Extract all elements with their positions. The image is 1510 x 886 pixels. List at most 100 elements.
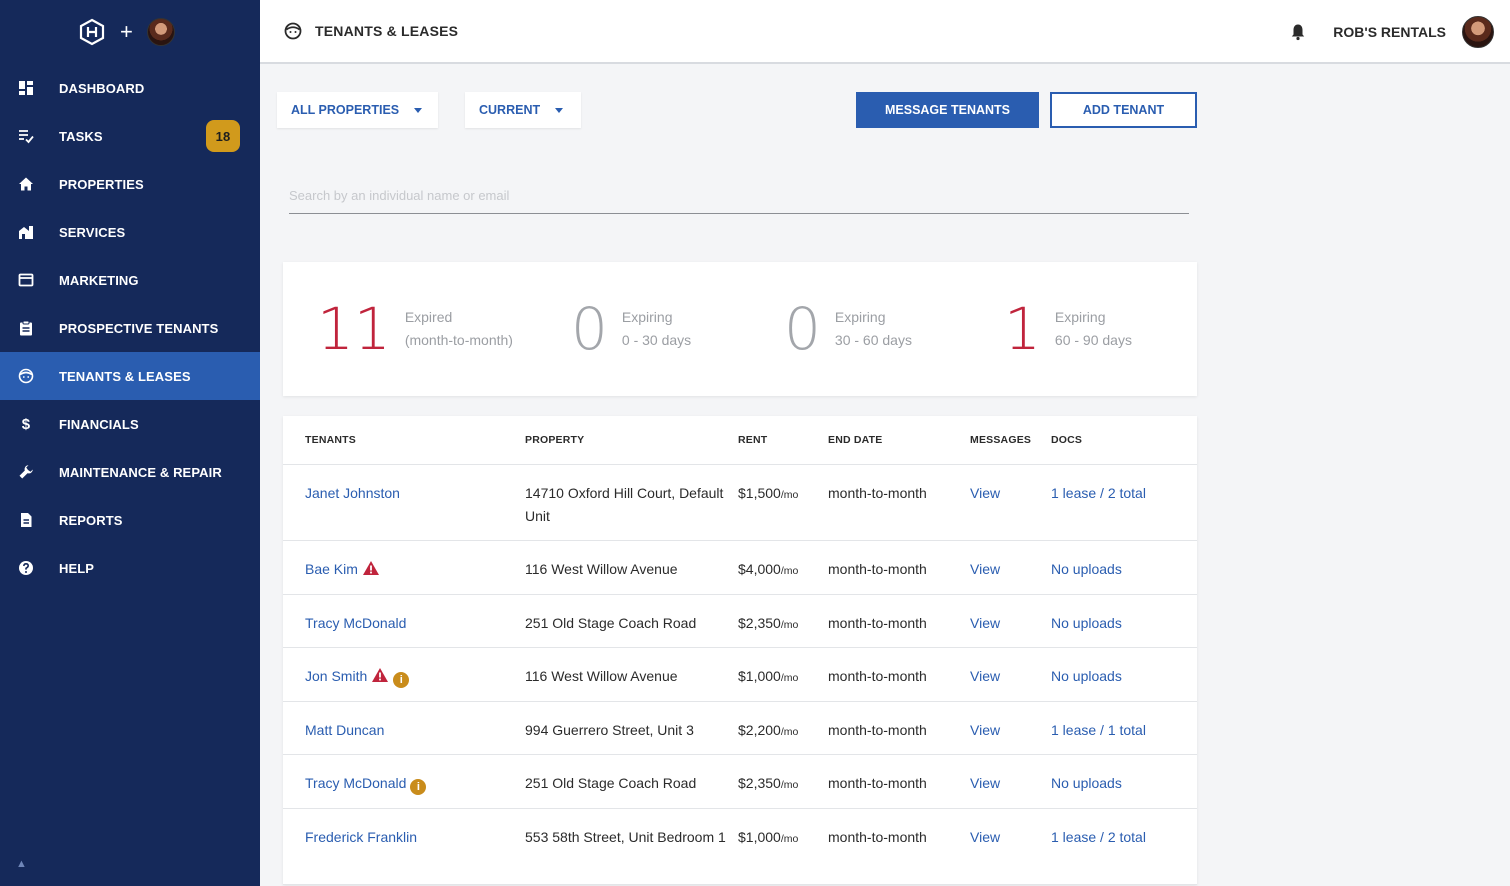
sidebar-avatar[interactable] xyxy=(146,18,175,46)
message-tenants-button[interactable]: MESSAGE TENANTS xyxy=(856,92,1039,128)
add-icon[interactable]: + xyxy=(120,21,133,43)
tenant-face-icon xyxy=(284,22,302,40)
rent-amount: $1,000 xyxy=(738,668,781,684)
sidebar-item-financials[interactable]: $ FINANCIALS xyxy=(0,400,260,448)
docs-link[interactable]: No uploads xyxy=(1051,558,1191,581)
column-header-end-date[interactable]: END DATE xyxy=(828,434,883,446)
sidebar-item-services[interactable]: SERVICES xyxy=(0,208,260,256)
rent-unit: /mo xyxy=(780,779,799,791)
docs-link[interactable]: 1 lease / 2 total xyxy=(1051,826,1191,849)
table-row[interactable]: Frederick Franklin 553 58th Street, Unit … xyxy=(283,809,1197,885)
warning-icon[interactable] xyxy=(371,667,389,683)
sidebar-item-label: FINANCIALS xyxy=(59,416,139,432)
add-tenant-button[interactable]: ADD TENANT xyxy=(1050,92,1197,128)
wrench-icon xyxy=(18,464,34,480)
tenant-name-link[interactable]: Matt Duncan xyxy=(305,722,384,738)
stat-expiring-30-60: 0 Expiring 30 - 60 days xyxy=(784,262,912,396)
column-header-rent[interactable]: RENT xyxy=(738,434,767,446)
app-logo-icon[interactable] xyxy=(78,18,106,46)
column-header-tenants[interactable]: TENANTS xyxy=(305,434,356,446)
sidebar-item-marketing[interactable]: MARKETING xyxy=(0,256,260,304)
docs-link[interactable]: No uploads xyxy=(1051,665,1191,688)
column-header-messages[interactable]: MESSAGES xyxy=(970,434,1031,446)
caret-down-icon xyxy=(555,107,564,113)
sidebar-item-label: PROSPECTIVE TENANTS xyxy=(59,320,219,336)
rent-cell: $2,350/mo xyxy=(738,772,823,797)
stat-label-line2: (month-to-month) xyxy=(404,332,513,348)
tenant-face-icon xyxy=(18,368,34,384)
rent-unit: /mo xyxy=(780,565,799,577)
stat-expiring-0-30: 0 Expiring 0 - 30 days xyxy=(571,262,691,396)
view-messages-link[interactable]: View xyxy=(970,558,1040,581)
info-icon[interactable]: i xyxy=(410,779,427,795)
rent-unit: /mo xyxy=(780,618,799,631)
collapse-icon[interactable]: ▲ xyxy=(16,858,27,870)
bell-icon[interactable] xyxy=(1289,23,1307,41)
tenant-name-link[interactable]: Tracy McDonald xyxy=(305,775,406,791)
stat-expired: 11 Expired (month-to-month) xyxy=(317,262,513,396)
view-messages-link[interactable]: View xyxy=(970,772,1040,795)
stat-label: Expiring 30 - 60 days xyxy=(835,306,912,352)
rent-amount: $1,000 xyxy=(738,828,781,845)
search-input[interactable] xyxy=(289,178,1189,214)
sidebar-item-maintenance-repair[interactable]: MAINTENANCE & REPAIR xyxy=(0,448,260,496)
warning-icon[interactable] xyxy=(362,560,380,576)
sidebar-nav: DASHBOARD TASKS 18 PROPERTIES SERVICES MARKET… xyxy=(0,64,260,592)
status-filter-dropdown[interactable]: CURRENT xyxy=(465,92,581,128)
docs-link[interactable]: 1 lease / 2 total xyxy=(1051,482,1191,505)
column-header-property[interactable]: PROPERTY xyxy=(525,434,584,446)
page-title: TENANTS & LEASES xyxy=(315,23,459,39)
sidebar-item-help[interactable]: HELP xyxy=(0,544,260,592)
info-icon[interactable]: i xyxy=(393,672,410,688)
table-row[interactable]: Matt Duncan 994 Guerrero Street, Unit 3 $2… xyxy=(283,702,1197,755)
sidebar-item-dashboard[interactable]: DASHBOARD xyxy=(0,64,260,112)
sidebar-item-label: TENANTS & LEASES xyxy=(59,368,191,384)
view-messages-link[interactable]: View xyxy=(970,826,1040,849)
end-date-cell: month-to-month xyxy=(828,561,927,577)
column-header-docs[interactable]: DOCS xyxy=(1051,434,1082,446)
status-filter-label: CURRENT xyxy=(479,103,541,117)
property-filter-dropdown[interactable]: ALL PROPERTIES xyxy=(277,92,438,128)
tenant-name-link[interactable]: Frederick Franklin xyxy=(305,829,417,845)
sidebar-item-label: HELP xyxy=(59,560,95,576)
tenant-name-link[interactable]: Bae Kim xyxy=(305,561,358,577)
sidebar-top: + xyxy=(0,0,260,64)
account-name[interactable]: ROB'S RENTALS xyxy=(1333,24,1446,40)
stat-label: Expired (month-to-month) xyxy=(405,306,513,352)
docs-link[interactable]: No uploads xyxy=(1051,612,1191,635)
rent-unit: /mo xyxy=(780,832,799,845)
property-cell: 116 West Willow Avenue xyxy=(525,668,678,684)
view-messages-link[interactable]: View xyxy=(970,665,1040,688)
rent-cell: $1,000/mo xyxy=(738,665,823,690)
sidebar-item-reports[interactable]: REPORTS xyxy=(0,496,260,544)
view-messages-link[interactable]: View xyxy=(970,719,1040,742)
rent-unit: /mo xyxy=(780,489,799,501)
docs-link[interactable]: No uploads xyxy=(1051,772,1191,795)
table-row[interactable]: Tracy McDonald 251 Old Stage Coach Road $2… xyxy=(283,595,1197,648)
sidebar-item-properties[interactable]: PROPERTIES xyxy=(0,160,260,208)
dashboard-icon xyxy=(18,80,34,96)
avatar[interactable] xyxy=(1462,16,1494,48)
end-date-cell: month-to-month xyxy=(828,614,927,631)
table-row[interactable]: Janet Johnston 14710 Oxford Hill Court, D… xyxy=(283,465,1197,541)
sidebar-item-tasks[interactable]: TASKS 18 xyxy=(0,112,260,160)
end-date-cell: month-to-month xyxy=(828,775,927,791)
property-cell: 251 Old Stage Coach Road xyxy=(525,614,697,631)
stat-label-line2: 0 - 30 days xyxy=(621,332,692,348)
property-cell: 14710 Oxford Hill Court, Default Unit xyxy=(525,485,724,524)
tenant-name-link[interactable]: Janet Johnston xyxy=(305,485,400,501)
tenant-name-link[interactable]: Tracy McDonald xyxy=(305,615,406,631)
stat-label: Expiring 0 - 30 days xyxy=(622,306,691,352)
sidebar-item-tenants-leases[interactable]: TENANTS & LEASES xyxy=(0,352,260,400)
docs-link[interactable]: 1 lease / 1 total xyxy=(1051,719,1191,742)
table-row[interactable]: Jon Smith i 116 West Willow Avenue $1,000/m… xyxy=(283,648,1197,702)
view-messages-link[interactable]: View xyxy=(970,612,1040,635)
view-messages-link[interactable]: View xyxy=(970,482,1040,505)
sidebar-item-prospective-tenants[interactable]: PROSPECTIVE TENANTS xyxy=(0,304,260,352)
stat-label-line2: 30 - 60 days xyxy=(834,332,912,348)
stat-label-line2: 60 - 90 days xyxy=(1054,332,1132,348)
table-row[interactable]: Bae Kim 116 West Willow Avenue $4,000/mo mo… xyxy=(283,541,1197,595)
rent-cell: $2,350/mo xyxy=(738,612,823,637)
table-row[interactable]: Tracy McDonald i 251 Old Stage Coach Road $… xyxy=(283,755,1197,809)
tenant-name-link[interactable]: Jon Smith xyxy=(305,668,367,684)
